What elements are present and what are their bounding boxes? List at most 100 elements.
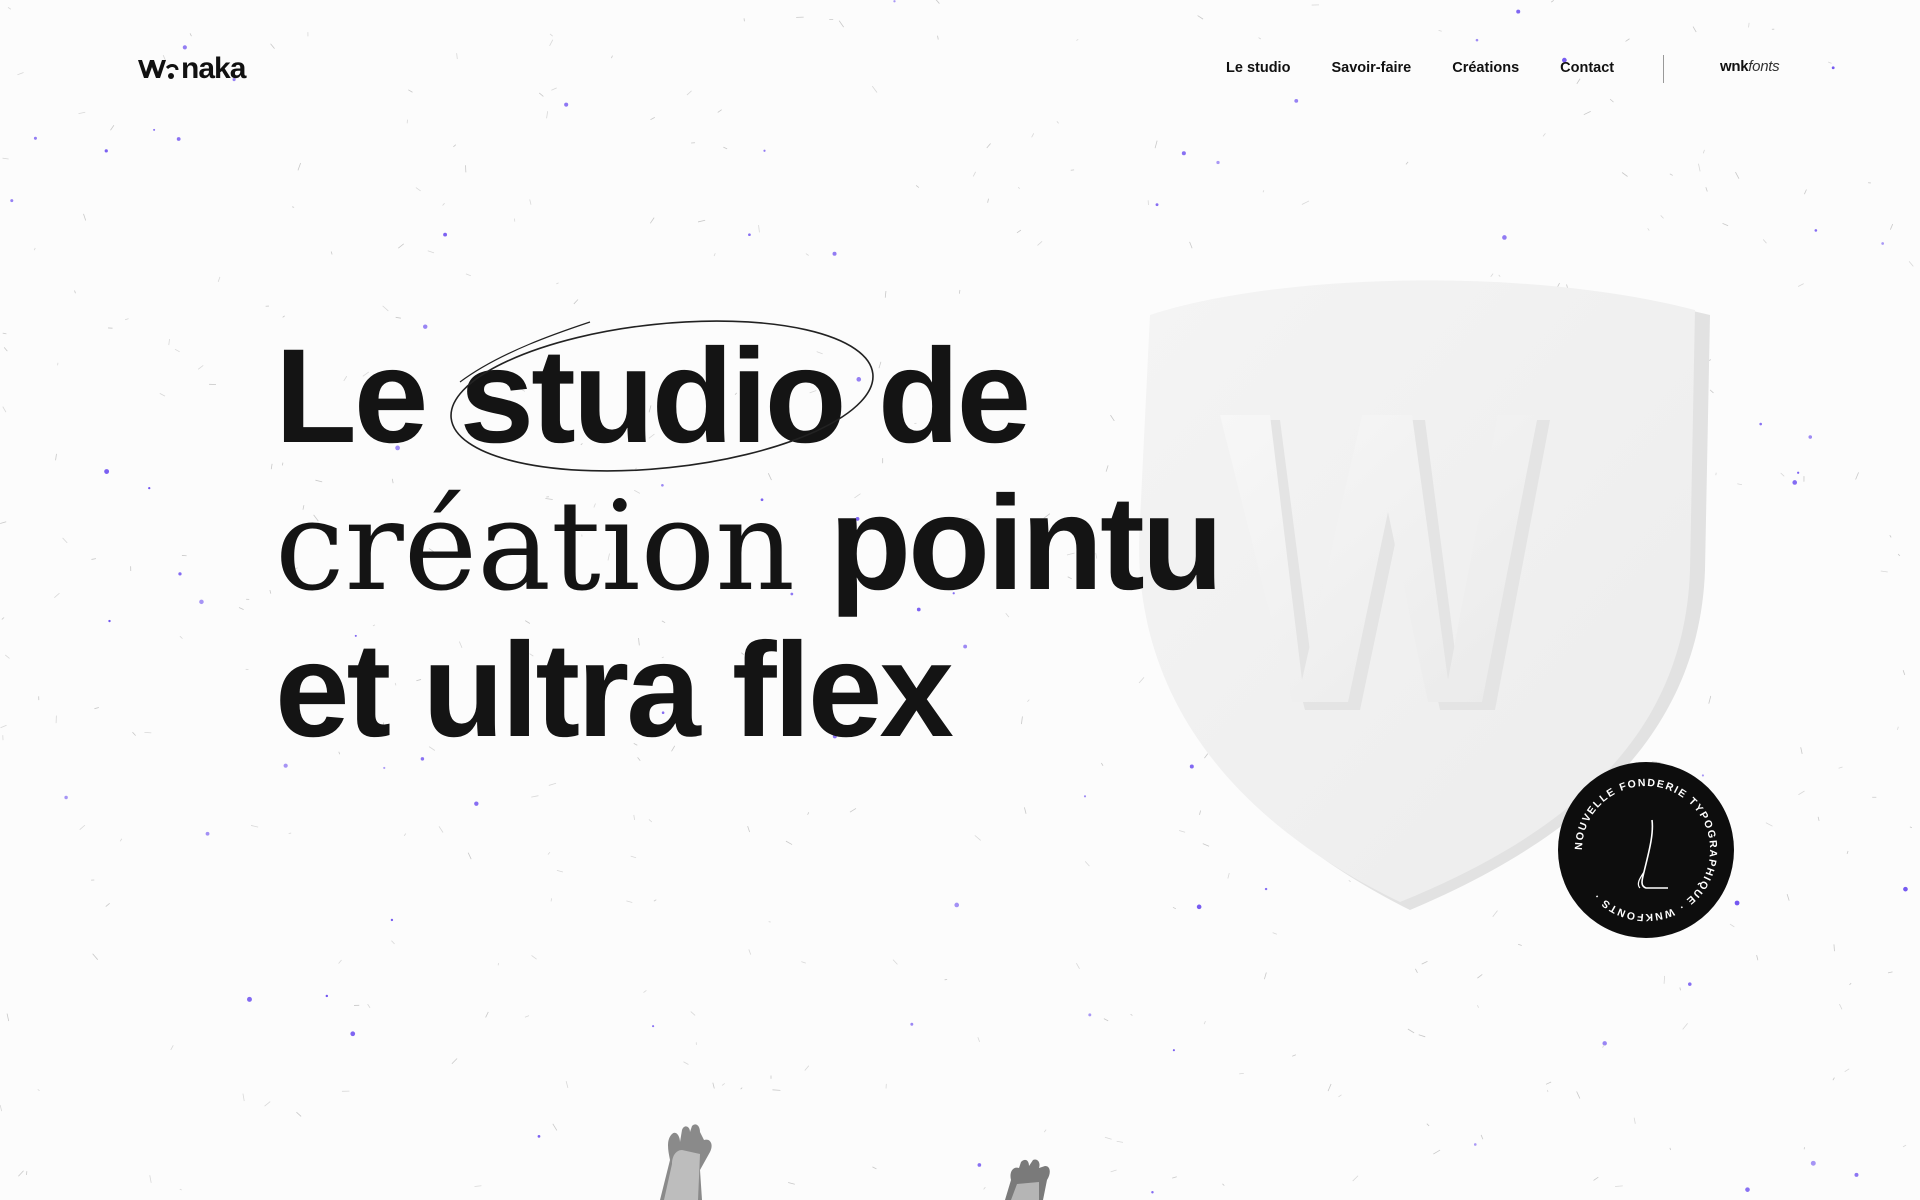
speckle-fiber [197, 365, 204, 370]
speckle-fiber [747, 825, 750, 833]
speckle-fiber [1477, 974, 1483, 979]
speckle-fiber [408, 89, 413, 93]
speckle-fiber [1262, 190, 1265, 193]
speckle-fiber [1076, 962, 1080, 969]
speckle-fiber [556, 869, 564, 873]
speckle-dot [474, 801, 479, 806]
speckle-fiber [1832, 1077, 1835, 1081]
speckle-dot [910, 1022, 914, 1026]
speckle-fiber [1692, 26, 1697, 33]
speckle-fiber [683, 1061, 689, 1065]
speckle-dot [176, 137, 181, 141]
speckle-fiber [83, 213, 87, 221]
speckle-fiber [740, 1087, 743, 1090]
speckle-fiber [1338, 1094, 1342, 1098]
speckle-fiber [367, 1003, 371, 1009]
hero-word-le: Le [275, 322, 460, 471]
speckle-fiber [1849, 982, 1852, 986]
fonderie-badge[interactable]: NOUVELLE FONDERIE TYPOGRAPHIQUE · WNKFON… [1556, 760, 1736, 940]
nav-creations[interactable]: Créations [1452, 60, 1519, 76]
speckle-fiber [937, 35, 939, 40]
speckle-fiber [758, 224, 760, 233]
speckle-fiber [1698, 163, 1701, 172]
speckle-fiber [1838, 766, 1843, 769]
speckle-dot [178, 572, 182, 576]
nav-savoir-faire[interactable]: Savoir-faire [1331, 60, 1411, 76]
speckle-fiber [0, 521, 7, 524]
speckle-fiber [1669, 173, 1673, 176]
hero-line-3: et ultra flex [275, 616, 954, 765]
nav-contact[interactable]: Contact [1560, 60, 1614, 76]
speckle-fiber [403, 833, 407, 837]
speckle-fiber [124, 318, 129, 321]
speckle-fiber [1593, 1176, 1599, 1181]
speckle-fiber [6, 1013, 10, 1022]
speckle-fiber [4, 654, 10, 659]
speckle-dot [537, 1134, 541, 1138]
speckle-dot [1831, 66, 1835, 70]
logo-text: naka [181, 52, 246, 85]
speckle-fiber [62, 537, 68, 544]
speckle-fiber [1804, 189, 1807, 195]
logo-w-mark-icon [138, 60, 179, 79]
speckle-dot [153, 128, 156, 131]
speckle-fiber [1660, 215, 1664, 219]
speckle-fiber [538, 92, 544, 97]
speckle-fiber [1633, 1117, 1636, 1124]
speckle-fiber [297, 162, 302, 171]
speckle-fiber [611, 55, 613, 59]
speckle-fiber [92, 953, 99, 960]
speckle-fiber [179, 635, 183, 639]
speckle-fiber [1292, 1054, 1296, 1057]
speckle-fiber [1679, 987, 1681, 991]
logo[interactable]: naka [137, 52, 246, 86]
speckle-fiber [3, 347, 8, 352]
speckle-fiber [1897, 726, 1899, 730]
speckle-fiber [1189, 241, 1193, 249]
speckle-dot [1881, 242, 1885, 245]
speckle-fiber [892, 959, 898, 965]
speckle-fiber [1415, 968, 1418, 973]
speckle-fiber [18, 1170, 24, 1177]
speckle-fiber [269, 589, 272, 594]
speckle-fiber [168, 338, 170, 346]
speckle-fiber [1576, 78, 1581, 85]
speckle-fiber [717, 109, 722, 113]
speckle-fiber [547, 852, 551, 855]
speckle-fiber [1615, 1185, 1623, 1187]
hero-word-de: de [843, 322, 1031, 471]
speckle-fiber [550, 898, 553, 902]
nav-divider [1663, 55, 1664, 83]
speckle-dot [1745, 1187, 1750, 1192]
speckle-fiber [1839, 1003, 1843, 1010]
speckle-fiber [1855, 472, 1859, 480]
speckle-fiber [2, 332, 7, 335]
speckle-fiber [1263, 972, 1267, 980]
speckle-fiber [1027, 699, 1030, 703]
speckle-fiber [1846, 850, 1849, 854]
speckle-fiber [643, 990, 647, 993]
speckle-fiber [1551, 0, 1554, 3]
speckle-fiber [1076, 39, 1079, 41]
nav-le-studio[interactable]: Le studio [1226, 60, 1290, 76]
speckle-dot [104, 149, 108, 153]
wnkfonts-bold: wnk [1720, 58, 1749, 75]
speckle-fiber [474, 1185, 482, 1187]
speckle-fiber [772, 1089, 781, 1091]
speckle-fiber [804, 1065, 810, 1071]
speckle-fiber [959, 289, 961, 294]
wnkfonts-link[interactable]: wnkfonts [1720, 58, 1780, 75]
speckle-dot [1088, 1013, 1092, 1017]
speckle-fiber [531, 955, 537, 960]
speckle-fiber [427, 250, 435, 254]
speckle-fiber [1583, 111, 1591, 116]
speckle-dot [443, 232, 448, 237]
speckle-fiber [1800, 747, 1803, 754]
speckle-dot [33, 136, 37, 140]
hero-line-2: création pointu [275, 477, 1224, 611]
speckle-fiber [1908, 261, 1914, 267]
speckle-fiber [986, 143, 991, 149]
speckle-fiber [1609, 98, 1614, 103]
speckle-fiber [1154, 140, 1158, 149]
speckle-fiber [456, 53, 458, 60]
